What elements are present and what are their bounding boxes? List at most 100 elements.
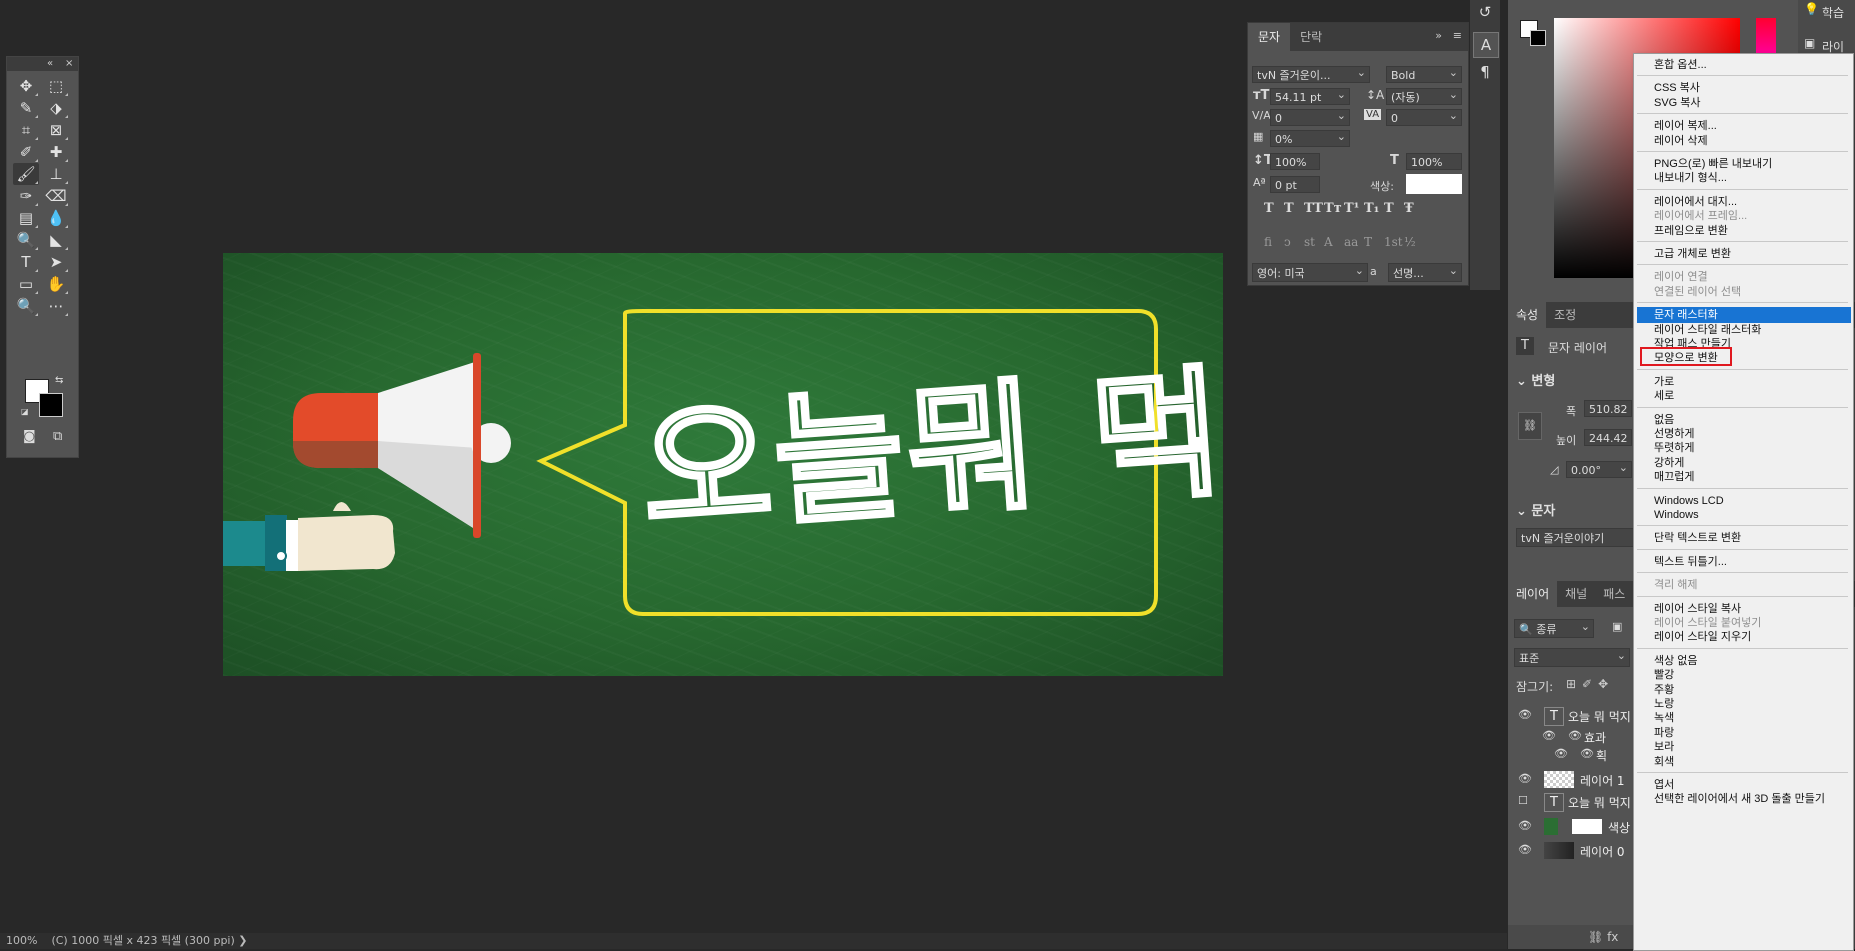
eyedropper-icon[interactable]: ✐	[13, 141, 39, 163]
zoom-level[interactable]: 100%	[6, 934, 37, 947]
learn-label[interactable]: 학습	[1822, 4, 1844, 21]
character-panel-icon[interactable]: A	[1473, 32, 1499, 58]
menu-item[interactable]: 혼합 옵션...	[1634, 57, 1851, 73]
visibility-eye-icon[interactable]: ☐	[1518, 794, 1528, 807]
menu-item[interactable]: 레이어 스타일 지우기	[1634, 629, 1851, 645]
panel-menu-icon[interactable]: ≡	[1453, 29, 1462, 42]
visibility-eye-icon[interactable]: 👁	[1518, 772, 1532, 785]
opentype-button[interactable]: ↄ	[1284, 235, 1291, 249]
opentype-button[interactable]: ½	[1404, 235, 1416, 249]
screen-mode-icon[interactable]: ⧉	[53, 429, 62, 444]
marquee-icon[interactable]: ⬚	[43, 75, 69, 97]
font-style-select[interactable]: Bold	[1386, 64, 1462, 83]
pen-icon[interactable]: ◣	[43, 229, 69, 251]
menu-item[interactable]: 레이어 삭제	[1634, 133, 1851, 149]
stamp-icon[interactable]: ⊥	[43, 163, 69, 185]
blend-mode-select[interactable]: 표준	[1514, 646, 1630, 667]
tracking-field[interactable]: 0	[1386, 107, 1462, 126]
opentype-button[interactable]: aa	[1344, 235, 1358, 249]
tab-adjustments[interactable]: 조정	[1546, 302, 1584, 328]
antialias-select[interactable]: 선명...	[1388, 261, 1462, 282]
gradient-icon[interactable]: ▤	[13, 207, 39, 229]
menu-item[interactable]: 선택한 레이어에서 새 3D 돌출 만들기	[1634, 791, 1851, 807]
opentype-button[interactable]: fi	[1264, 235, 1272, 249]
leading-field[interactable]: (자동)	[1386, 86, 1462, 105]
link-dimensions-icon[interactable]: ⛓	[1518, 412, 1542, 440]
font-family-select[interactable]: tvN 즐거운이...	[1252, 64, 1370, 83]
width-field[interactable]: 510.82	[1584, 400, 1632, 417]
path-select-icon[interactable]: ➤	[43, 251, 69, 273]
layer-filter-select[interactable]: 🔍 종류	[1514, 617, 1594, 638]
tab-properties[interactable]: 속성	[1508, 302, 1547, 328]
crop-icon[interactable]: ⌗	[13, 119, 39, 141]
menu-item[interactable]: SVG 복사	[1634, 95, 1851, 111]
close-icon[interactable]: ×	[65, 57, 73, 71]
text-color-swatch[interactable]	[1406, 174, 1462, 194]
type-style-button[interactable]: T	[1264, 201, 1274, 216]
type-style-button[interactable]: T₁	[1364, 201, 1379, 216]
menu-item[interactable]: 고급 개체로 변환	[1634, 246, 1851, 262]
layer-row[interactable]: 👁 색상	[1508, 817, 1633, 837]
height-field[interactable]: 244.42	[1584, 429, 1632, 446]
library-icon[interactable]: ▣	[1804, 36, 1815, 50]
tsume-field[interactable]: 0%	[1270, 128, 1350, 147]
menu-item[interactable]: 텍스트 뒤틀기...	[1634, 554, 1851, 570]
status-arrow-icon[interactable]: ❯	[238, 934, 247, 947]
more-icon[interactable]: ⋯	[43, 295, 69, 317]
blur-icon[interactable]: 💧	[43, 207, 69, 229]
menu-item[interactable]: 매끄럽게	[1634, 469, 1851, 485]
tab-layers[interactable]: 레이어	[1508, 581, 1558, 607]
visibility-eye-icon[interactable]: 👁	[1518, 843, 1532, 856]
quick-mask-icon[interactable]: ◙	[23, 429, 36, 444]
healing-icon[interactable]: ✚	[43, 141, 69, 163]
tab-paths[interactable]: 패스	[1595, 581, 1633, 607]
fx-icon[interactable]: fx	[1607, 930, 1618, 944]
font-size-field[interactable]: 54.11 pt	[1270, 86, 1350, 105]
shape-icon[interactable]: ▭	[13, 273, 39, 295]
layer-row[interactable]: 👁 T 오늘 뭐 먹지	[1508, 706, 1633, 726]
layer-row[interactable]: 👁 레이어 0	[1508, 841, 1633, 861]
effect-visibility-icon[interactable]: 👁	[1568, 729, 1582, 742]
default-colors-icon[interactable]: ◪	[21, 407, 29, 416]
eraser-icon[interactable]: ⌫	[43, 185, 69, 207]
expand-icon[interactable]: »	[1435, 29, 1442, 42]
visibility-eye-icon[interactable]: 👁	[1518, 819, 1532, 832]
type-style-button[interactable]: T	[1384, 201, 1394, 216]
history-icon[interactable]: ↺	[1473, 0, 1497, 24]
opentype-button[interactable]: T	[1364, 235, 1372, 249]
object-select-icon[interactable]: ⬗	[43, 97, 69, 119]
tools-panel-header[interactable]: « ×	[7, 57, 78, 71]
hand-icon[interactable]: ✋	[43, 273, 69, 295]
color-bg-swatch[interactable]	[1530, 30, 1546, 46]
menu-item[interactable]: Windows	[1634, 507, 1851, 523]
type-style-button[interactable]: T	[1284, 201, 1294, 216]
link-layers-icon[interactable]: ⛓	[1588, 930, 1607, 944]
image-filter-icon[interactable]: ▣	[1612, 620, 1622, 633]
visibility-eye-icon[interactable]: 👁	[1518, 708, 1532, 721]
frame-icon[interactable]: ⊠	[43, 119, 69, 141]
layer-row[interactable]: ☐ T 오늘 뭐 먹지	[1508, 792, 1633, 812]
brush-icon[interactable]: 🖌	[13, 163, 39, 185]
type-style-button[interactable]: Tт	[1324, 201, 1342, 216]
transform-section-title[interactable]: ⌄ 변형	[1516, 370, 1555, 389]
opentype-button[interactable]: 1st	[1384, 235, 1403, 249]
document-canvas[interactable]: 오늘뭐 먹지	[223, 253, 1223, 676]
tab-channels[interactable]: 채널	[1557, 581, 1595, 607]
visibility-eye-icon[interactable]: 👁	[1542, 729, 1556, 742]
menu-item[interactable]: 세로	[1634, 388, 1851, 404]
layer-row[interactable]: 👁 레이어 1	[1508, 770, 1633, 790]
menu-item[interactable]: 회색	[1634, 754, 1851, 770]
paragraph-panel-icon[interactable]: ¶	[1473, 60, 1497, 84]
type-style-button[interactable]: T¹	[1344, 201, 1359, 216]
history-brush-icon[interactable]: ✑	[13, 185, 39, 207]
horizontal-scale-field[interactable]: 100%	[1406, 153, 1462, 170]
visibility-eye-icon[interactable]: 👁	[1554, 747, 1568, 760]
swap-colors-icon[interactable]: ⇆	[55, 375, 63, 386]
type-style-button[interactable]: Ŧ	[1404, 201, 1414, 216]
properties-font-field[interactable]: tvN 즐거운이야기	[1516, 528, 1634, 547]
collapse-icon[interactable]: «	[47, 57, 53, 71]
background-color-swatch[interactable]	[39, 393, 63, 417]
dodge-icon[interactable]: 🔍	[13, 229, 39, 251]
tab-character[interactable]: 문자	[1248, 23, 1291, 51]
move-icon[interactable]: ✥	[13, 75, 39, 97]
